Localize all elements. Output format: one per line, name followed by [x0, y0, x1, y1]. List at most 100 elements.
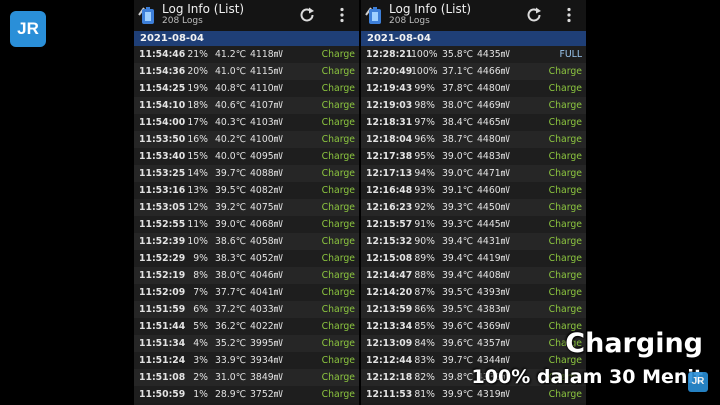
- log-battery-percent: 3%: [193, 355, 208, 366]
- log-row[interactable]: 12:11:53 81% 39.9℃ 4319㎷ Charge: [361, 386, 586, 403]
- log-temperature: 40.0℃: [215, 151, 247, 162]
- log-row[interactable]: 12:16:48 93% 39.1℃ 4460㎷ Charge: [361, 182, 586, 199]
- log-time: 12:14:20: [366, 287, 413, 298]
- log-row[interactable]: 11:53:40 15% 40.0℃ 4095㎷ Charge: [134, 148, 359, 165]
- log-row[interactable]: 12:15:57 91% 39.3℃ 4445㎷ Charge: [361, 216, 586, 233]
- log-battery-percent: 5%: [193, 321, 208, 332]
- log-row[interactable]: 11:52:39 10% 38.6℃ 4058㎷ Charge: [134, 233, 359, 250]
- log-voltage: 4471㎷: [477, 168, 510, 179]
- log-status: Charge: [548, 219, 582, 230]
- log-status: Charge: [548, 66, 582, 77]
- refresh-icon[interactable]: [525, 6, 543, 24]
- log-voltage: 4480㎷: [477, 134, 510, 145]
- log-temperature: 41.0℃: [215, 66, 247, 77]
- log-status: Charge: [321, 355, 355, 366]
- date-header: 2021-08-04: [361, 31, 586, 46]
- log-row[interactable]: 12:18:31 97% 38.4℃ 4465㎷ Charge: [361, 114, 586, 131]
- log-row[interactable]: 12:16:23 92% 39.3℃ 4450㎷ Charge: [361, 199, 586, 216]
- log-voltage: 4068㎷: [250, 219, 283, 230]
- log-row[interactable]: 11:51:44 5% 36.2℃ 4022㎷ Charge: [134, 318, 359, 335]
- log-temperature: 39.4℃: [442, 236, 474, 247]
- log-status: Charge: [321, 270, 355, 281]
- log-row[interactable]: 11:51:59 6% 37.2℃ 4033㎷ Charge: [134, 301, 359, 318]
- log-row[interactable]: 11:53:50 16% 40.2℃ 4100㎷ Charge: [134, 131, 359, 148]
- log-time: 11:51:08: [139, 372, 186, 383]
- battery-log-app-icon[interactable]: [364, 4, 384, 26]
- caption-title: Charging: [565, 328, 703, 359]
- log-row[interactable]: 12:20:49 100% 37.1℃ 4466㎷ Charge: [361, 63, 586, 80]
- log-row[interactable]: 11:54:46 21% 41.2℃ 4118㎷ Charge: [134, 46, 359, 63]
- log-status: Charge: [548, 185, 582, 196]
- log-row[interactable]: 11:50:59 1% 28.9℃ 3752㎷ Charge: [134, 386, 359, 403]
- log-row[interactable]: 11:51:08 2% 31.0℃ 3849㎷ Charge: [134, 369, 359, 386]
- log-row[interactable]: 11:54:36 20% 41.0℃ 4115㎷ Charge: [134, 63, 359, 80]
- log-time: 12:13:34: [366, 321, 413, 332]
- log-battery-percent: 4%: [193, 338, 208, 349]
- log-row[interactable]: 11:53:16 13% 39.5℃ 4082㎷ Charge: [134, 182, 359, 199]
- log-time: 11:53:25: [139, 168, 186, 179]
- log-row[interactable]: 12:15:08 89% 39.4℃ 4419㎷ Charge: [361, 250, 586, 267]
- refresh-icon[interactable]: [298, 6, 316, 24]
- log-row[interactable]: 12:13:09 84% 39.6℃ 4357㎷ Charge: [361, 335, 586, 352]
- log-temperature: 39.5℃: [215, 185, 247, 196]
- log-status: Charge: [321, 151, 355, 162]
- log-row[interactable]: 12:15:32 90% 39.4℃ 4431㎷ Charge: [361, 233, 586, 250]
- log-status: Charge: [321, 100, 355, 111]
- more-vert-icon[interactable]: [336, 7, 348, 23]
- log-time: 12:16:23: [366, 202, 413, 213]
- log-battery-percent: 91%: [414, 219, 435, 230]
- log-voltage: 4107㎷: [250, 100, 283, 111]
- more-vert-icon[interactable]: [563, 7, 575, 23]
- log-status: Charge: [321, 321, 355, 332]
- log-row[interactable]: 11:53:05 12% 39.2℃ 4075㎷ Charge: [134, 199, 359, 216]
- log-row[interactable]: 12:14:47 88% 39.4℃ 4408㎷ Charge: [361, 267, 586, 284]
- log-row[interactable]: 12:13:34 85% 39.6℃ 4369㎷ Charge: [361, 318, 586, 335]
- log-temperature: 39.8℃: [442, 372, 474, 383]
- log-row[interactable]: 12:28:21 100% 35.8℃ 4435㎷ FULL: [361, 46, 586, 63]
- log-row[interactable]: 12:18:04 96% 38.7℃ 4480㎷ Charge: [361, 131, 586, 148]
- log-temperature: 37.1℃: [442, 66, 474, 77]
- log-time: 11:54:00: [139, 117, 186, 128]
- log-battery-percent: 85%: [414, 321, 435, 332]
- log-row[interactable]: 12:13:59 86% 39.5℃ 4383㎷ Charge: [361, 301, 586, 318]
- log-row[interactable]: 12:17:38 95% 39.0℃ 4483㎷ Charge: [361, 148, 586, 165]
- log-row[interactable]: 12:19:43 99% 37.8℃ 4480㎷ Charge: [361, 80, 586, 97]
- log-time: 11:54:46: [139, 49, 186, 60]
- log-row[interactable]: 11:51:24 3% 33.9℃ 3934㎷ Charge: [134, 352, 359, 369]
- log-status: Charge: [548, 168, 582, 179]
- battery-log-app-icon[interactable]: [137, 4, 157, 26]
- log-row[interactable]: 11:51:34 4% 35.2℃ 3995㎷ Charge: [134, 335, 359, 352]
- log-time: 12:12:44: [366, 355, 413, 366]
- log-status: Charge: [548, 83, 582, 94]
- log-voltage: 4022㎷: [250, 321, 283, 332]
- log-list: 12:28:21 100% 35.8℃ 4435㎷ FULL 12:20:49 100% 37…: [361, 46, 586, 403]
- log-voltage: 4033㎷: [250, 304, 283, 315]
- log-time: 11:54:36: [139, 66, 186, 77]
- log-voltage: 4319㎷: [477, 389, 510, 400]
- log-battery-percent: 15%: [187, 151, 208, 162]
- log-row[interactable]: 12:19:03 98% 38.0℃ 4469㎷ Charge: [361, 97, 586, 114]
- log-row[interactable]: 11:52:55 11% 39.0℃ 4068㎷ Charge: [134, 216, 359, 233]
- log-row[interactable]: 11:54:00 17% 40.3℃ 4103㎷ Charge: [134, 114, 359, 131]
- log-voltage: 4445㎷: [477, 219, 510, 230]
- log-battery-percent: 100%: [411, 66, 438, 77]
- log-row[interactable]: 11:52:29 9% 38.3℃ 4052㎷ Charge: [134, 250, 359, 267]
- log-temperature: 33.9℃: [215, 355, 247, 366]
- log-status: Charge: [321, 83, 355, 94]
- log-voltage: 4369㎷: [477, 321, 510, 332]
- log-row[interactable]: 11:54:25 19% 40.8℃ 4110㎷ Charge: [134, 80, 359, 97]
- log-row[interactable]: 11:54:10 18% 40.6℃ 4107㎷ Charge: [134, 97, 359, 114]
- log-row[interactable]: 12:14:20 87% 39.5℃ 4393㎷ Charge: [361, 284, 586, 301]
- log-row[interactable]: 11:52:19 8% 38.0℃ 4046㎷ Charge: [134, 267, 359, 284]
- log-row[interactable]: 11:52:09 7% 37.7℃ 4041㎷ Charge: [134, 284, 359, 301]
- log-row[interactable]: 11:53:25 14% 39.7℃ 4088㎷ Charge: [134, 165, 359, 182]
- log-battery-percent: 81%: [414, 389, 435, 400]
- log-row[interactable]: 12:17:13 94% 39.0℃ 4471㎷ Charge: [361, 165, 586, 182]
- log-battery-percent: 87%: [414, 287, 435, 298]
- log-battery-percent: 86%: [414, 304, 435, 315]
- log-temperature: 37.8℃: [442, 83, 474, 94]
- log-time: 11:51:24: [139, 355, 186, 366]
- log-battery-percent: 95%: [414, 151, 435, 162]
- log-panel-right: Log Info (List) 208 Logs 2021-08-04 12:2…: [361, 0, 586, 405]
- log-status: Charge: [548, 389, 582, 400]
